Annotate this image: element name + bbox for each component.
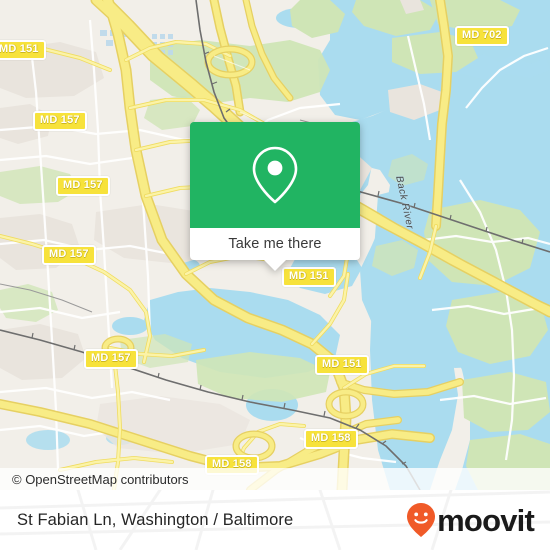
road-shield: MD 158 (304, 429, 358, 449)
moovit-wordmark: moovit (437, 502, 535, 538)
road-shield: MD 157 (42, 245, 96, 265)
moovit-map-screenshot: MD 151 MD 702 MD 157 MD 157 MD 157 MD 157 MD 1… (0, 0, 550, 550)
map-attribution: © OpenStreetMap contributors (0, 468, 550, 490)
popup-header (190, 122, 360, 228)
take-me-there-label: Take me there (228, 236, 322, 252)
road-shield: MD 157 (84, 349, 138, 369)
road-shield: MD 157 (56, 176, 110, 196)
moovit-logo: moovit (406, 502, 535, 538)
moovit-smiley-pin-icon (407, 503, 436, 537)
popup-action-row[interactable]: Take me there (190, 228, 360, 260)
attribution-text: © OpenStreetMap contributors (12, 471, 189, 487)
footer-content: St Fabian Ln, Washington / Baltimore moo… (0, 490, 550, 550)
road-shield: MD 151 (0, 40, 46, 60)
road-shield: MD 702 (455, 26, 509, 46)
road-shield: MD 151 (315, 355, 369, 375)
popup-pointer-tail (264, 260, 286, 271)
road-shield: MD 151 (282, 267, 336, 287)
location-title: St Fabian Ln, Washington / Baltimore (17, 510, 294, 529)
footer-bar: St Fabian Ln, Washington / Baltimore moo… (0, 490, 550, 550)
map-canvas[interactable]: MD 151 MD 702 MD 157 MD 157 MD 157 MD 157 MD 1… (0, 0, 550, 490)
location-popup-card[interactable]: Take me there (190, 122, 360, 271)
map-pin-icon (252, 146, 298, 204)
road-shield: MD 157 (33, 111, 87, 131)
